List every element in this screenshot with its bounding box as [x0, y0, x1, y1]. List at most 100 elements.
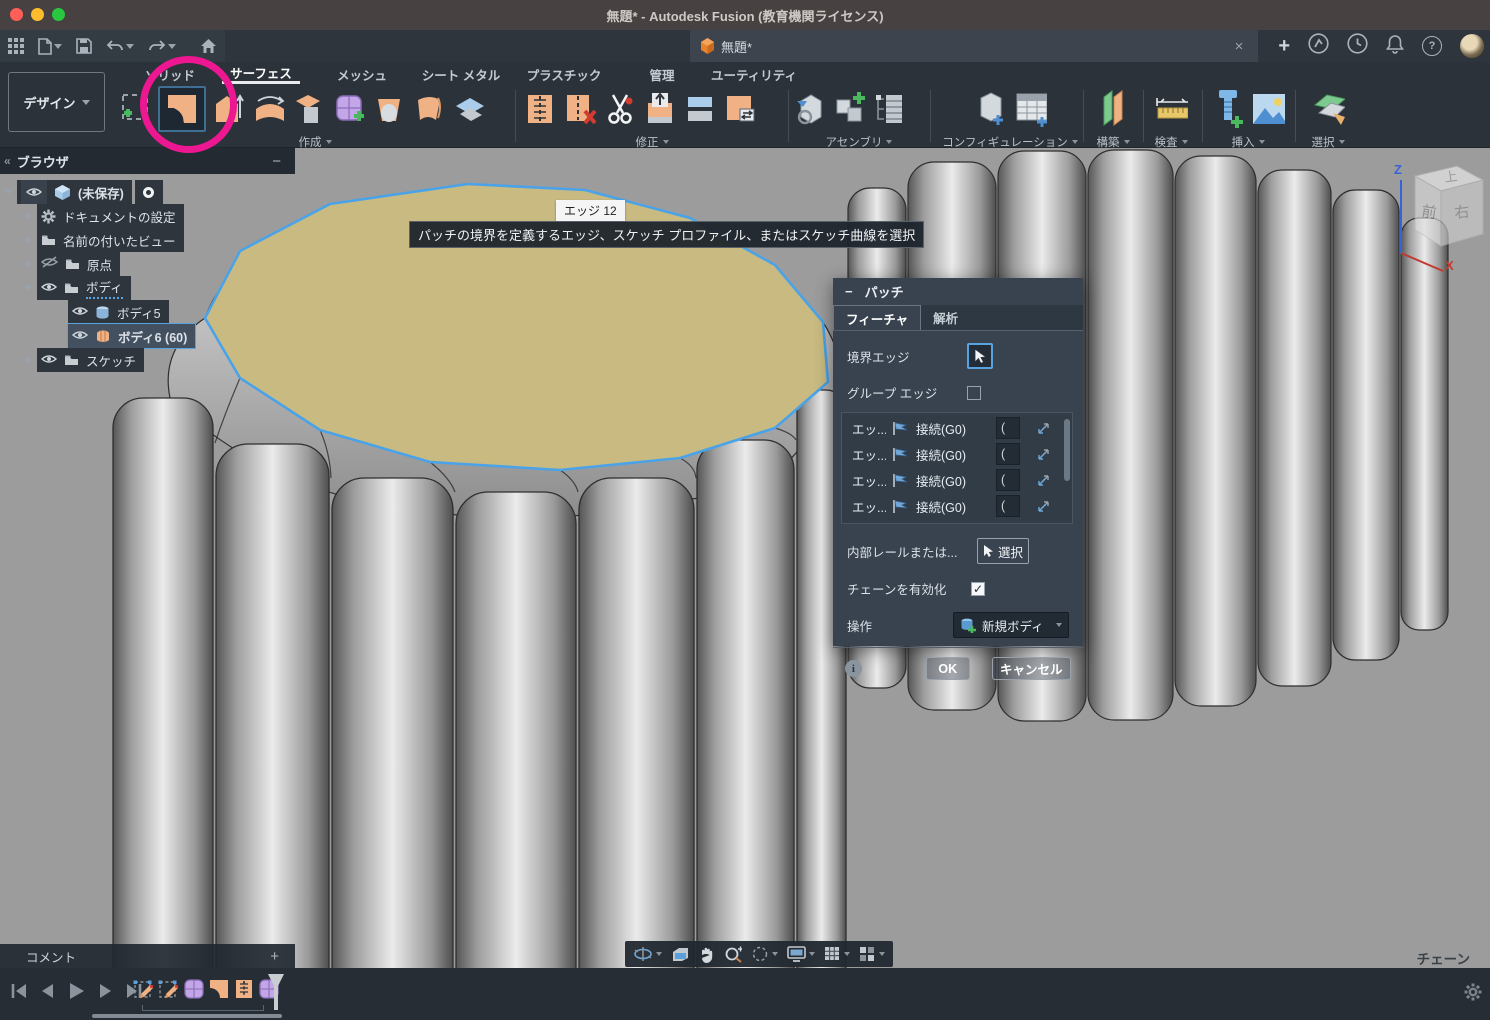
- visibility-eye-icon[interactable]: [41, 279, 57, 297]
- boundary-select-button[interactable]: [967, 343, 993, 369]
- help-icon[interactable]: ?: [1422, 36, 1442, 56]
- dialog-minimize-icon[interactable]: −: [845, 284, 853, 299]
- timeline-sketch-icon[interactable]: [133, 978, 155, 1000]
- expand-chevron[interactable]: [26, 260, 31, 268]
- fit-button[interactable]: [751, 946, 778, 962]
- comments-bar[interactable]: コメント +: [0, 944, 295, 968]
- expand-chevron[interactable]: [5, 190, 13, 195]
- redo-button[interactable]: [148, 39, 176, 53]
- minimize-window-button[interactable]: [31, 8, 44, 21]
- flip-direction-icon[interactable]: [1036, 499, 1051, 514]
- play-button[interactable]: [68, 982, 85, 1000]
- configuration-table-icon[interactable]: [1013, 89, 1047, 129]
- expand-chevron[interactable]: [26, 236, 31, 244]
- continuity-dropdown[interactable]: 接続(G0): [916, 471, 990, 490]
- tab-plastic[interactable]: プラスチック: [524, 64, 604, 84]
- edge-row[interactable]: エッ... 接続(G0) (: [842, 493, 1072, 519]
- joint-list-icon[interactable]: [873, 89, 907, 129]
- timeline-sketch-icon[interactable]: [158, 978, 180, 1000]
- trim-scissors-icon[interactable]: [603, 89, 637, 129]
- timeline-settings-gear-icon[interactable]: [1464, 983, 1482, 1001]
- tab-sheet-metal[interactable]: シート メタル: [415, 64, 507, 84]
- tree-row-origin[interactable]: 原点: [26, 252, 300, 276]
- edge-row[interactable]: エッ... 接続(G0) (: [842, 441, 1072, 467]
- extensions-icon[interactable]: [1308, 33, 1329, 59]
- undo-button[interactable]: [106, 39, 134, 53]
- loft-icon[interactable]: [372, 89, 406, 129]
- tree-row-bodies[interactable]: ボディ: [26, 276, 300, 300]
- flip-direction-icon[interactable]: [1036, 447, 1051, 462]
- step-back-button[interactable]: [40, 983, 55, 999]
- weight-field[interactable]: (: [996, 495, 1020, 517]
- edge-row[interactable]: エッ... 接続(G0) (: [842, 467, 1072, 493]
- patch-curved-icon[interactable]: [412, 89, 446, 129]
- tree-row-document-settings[interactable]: ドキュメントの設定: [26, 204, 300, 228]
- collapse-panel-icon[interactable]: «: [4, 154, 9, 168]
- apps-grid-icon[interactable]: [8, 38, 24, 54]
- activate-document-radio[interactable]: [135, 180, 163, 204]
- weight-field[interactable]: (: [996, 469, 1020, 491]
- tab-analysis[interactable]: 解析: [921, 305, 970, 330]
- extend-icon[interactable]: [643, 89, 677, 129]
- tree-row-body6[interactable]: ボディ6 (60): [68, 324, 300, 348]
- insert-mcmaster-icon[interactable]: [1211, 89, 1245, 129]
- new-component-icon[interactable]: [833, 89, 867, 129]
- timeline-stitch-icon[interactable]: [233, 978, 255, 1000]
- tree-row-named-views[interactable]: 名前の付いたビュー: [26, 228, 300, 252]
- workspace-selector[interactable]: デザイン: [8, 72, 105, 132]
- step-forward-button[interactable]: [98, 983, 113, 999]
- timeline-patch-icon[interactable]: [208, 978, 230, 1000]
- continuity-dropdown[interactable]: 接続(G0): [916, 497, 990, 516]
- revolve-icon[interactable]: [252, 89, 286, 129]
- pan-button[interactable]: [699, 946, 715, 963]
- insert-canvas-image-icon[interactable]: [1251, 89, 1285, 129]
- operation-dropdown[interactable]: 新規ボディ: [953, 612, 1069, 638]
- enable-chain-checkbox[interactable]: ✓: [971, 582, 985, 596]
- minimize-panel-icon[interactable]: −: [272, 153, 281, 170]
- expand-chevron[interactable]: [26, 356, 31, 364]
- visibility-eye-icon[interactable]: [41, 351, 57, 369]
- tab-surface[interactable]: サーフェス: [222, 64, 300, 84]
- insert-derive-icon[interactable]: [793, 89, 827, 129]
- viewports-button[interactable]: [859, 946, 885, 962]
- notifications-bell-icon[interactable]: [1386, 34, 1404, 59]
- new-file-button[interactable]: [38, 38, 62, 55]
- go-to-start-button[interactable]: [10, 983, 27, 999]
- tab-feature[interactable]: フィーチャ: [833, 305, 921, 330]
- sweep-icon[interactable]: [292, 89, 326, 129]
- visibility-eye-icon[interactable]: [72, 327, 88, 345]
- look-at-button[interactable]: [671, 946, 690, 962]
- cancel-button[interactable]: キャンセル: [992, 657, 1071, 680]
- continuity-dropdown[interactable]: 接続(G0): [916, 419, 990, 438]
- expand-chevron[interactable]: [26, 212, 31, 220]
- tree-row-body5[interactable]: ボディ5: [68, 300, 300, 324]
- weight-field[interactable]: (: [996, 443, 1020, 465]
- timeline-form-icon[interactable]: [183, 978, 205, 1000]
- expand-chevron[interactable]: [25, 286, 33, 291]
- merge-icon[interactable]: [683, 89, 717, 129]
- tab-manage[interactable]: 管理: [640, 64, 684, 84]
- edge-row[interactable]: エッ... 接続(G0) (: [842, 415, 1072, 441]
- tree-row-sketches[interactable]: スケッチ: [26, 348, 300, 372]
- history-clock-icon[interactable]: [1347, 33, 1368, 59]
- configure-icon[interactable]: [973, 89, 1007, 129]
- tree-row-document[interactable]: (未保存): [6, 180, 300, 204]
- dialog-header[interactable]: − パッチ: [833, 278, 1083, 305]
- info-icon[interactable]: i: [845, 660, 862, 677]
- flip-direction-icon[interactable]: [1036, 421, 1051, 436]
- reverse-normal-icon[interactable]: [723, 89, 757, 129]
- stitch-icon[interactable]: [523, 89, 557, 129]
- grid-snap-button[interactable]: [824, 946, 850, 962]
- group-edges-checkbox[interactable]: [967, 386, 981, 400]
- weight-field[interactable]: (: [996, 417, 1020, 439]
- orbit-button[interactable]: [633, 946, 662, 962]
- maximize-window-button[interactable]: [52, 8, 65, 21]
- user-avatar[interactable]: [1460, 34, 1484, 58]
- flip-direction-icon[interactable]: [1036, 473, 1051, 488]
- display-settings-button[interactable]: [787, 946, 815, 962]
- visibility-eye-icon[interactable]: [72, 303, 88, 321]
- scrollbar-thumb[interactable]: [1064, 419, 1070, 481]
- timeline-zoom-slider[interactable]: [92, 1014, 282, 1018]
- continuity-dropdown[interactable]: 接続(G0): [916, 445, 990, 464]
- visibility-eye-icon[interactable]: [21, 180, 47, 204]
